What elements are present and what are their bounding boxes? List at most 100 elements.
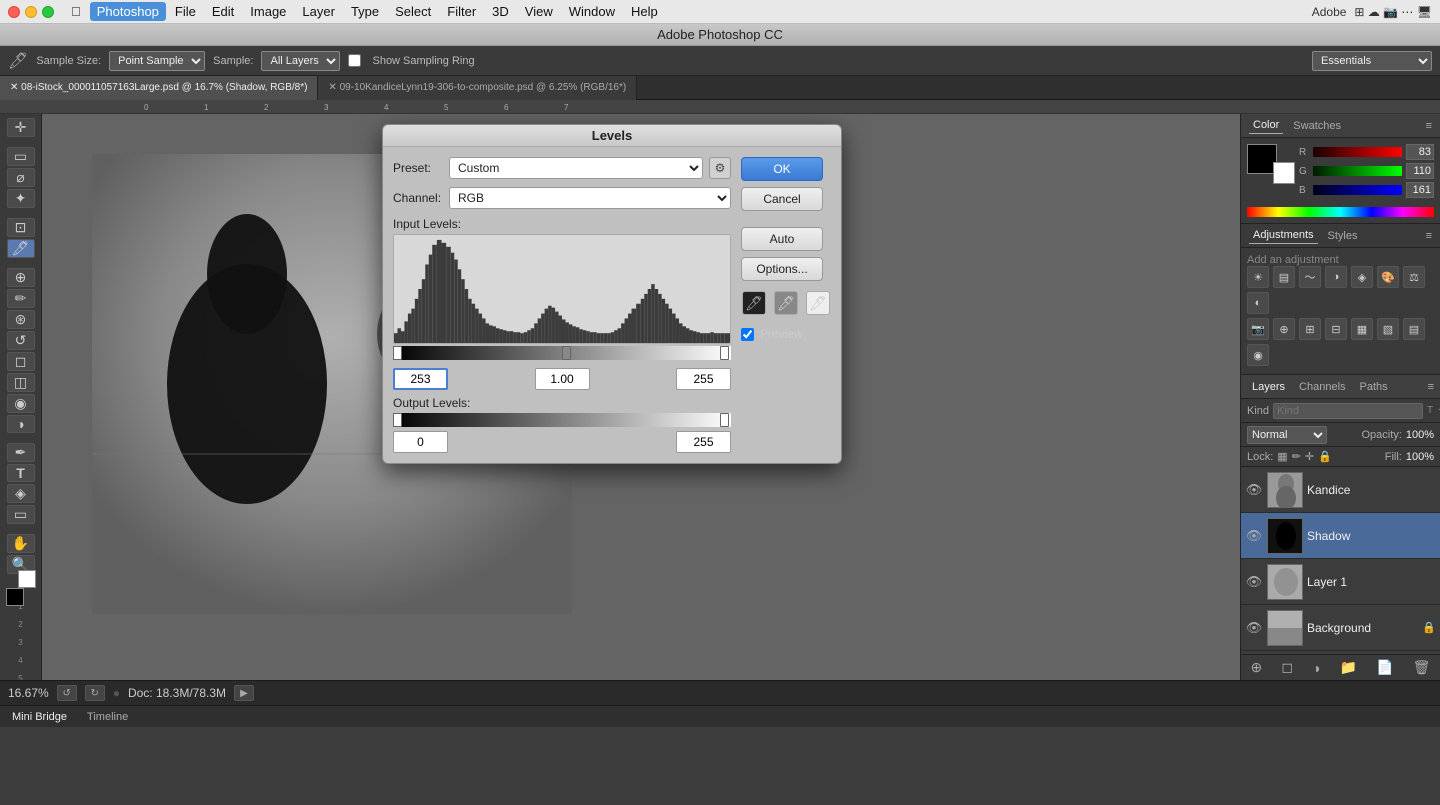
all-layers-select[interactable]: All Layers: [261, 51, 340, 71]
menu-filter[interactable]: Filter: [440, 2, 483, 21]
shape-tool[interactable]: ▭: [7, 505, 35, 524]
tab-paths[interactable]: Paths: [1355, 379, 1393, 395]
menu-image[interactable]: Image: [243, 2, 293, 21]
eyedropper-tool[interactable]: 🖊: [7, 239, 35, 258]
lock-all-icon[interactable]: 🔒: [1318, 450, 1332, 463]
tab-document-2[interactable]: ✕ 09-10KandiceLynn19-306-to-composite.ps…: [318, 76, 637, 100]
tab-channels[interactable]: Channels: [1294, 379, 1350, 395]
background-swatch[interactable]: [1273, 162, 1295, 184]
path-tool[interactable]: ◈: [7, 484, 35, 503]
tab-styles[interactable]: Styles: [1324, 228, 1362, 244]
input-highlight-handle[interactable]: [720, 346, 729, 360]
color-spectrum[interactable]: [1247, 207, 1434, 217]
layer-visibility-toggle[interactable]: 👁: [1245, 619, 1263, 637]
gear-button[interactable]: ⚙: [709, 157, 731, 179]
adj-threshold[interactable]: ▧: [1377, 318, 1399, 340]
gradient-tool[interactable]: ◫: [7, 373, 35, 392]
output-slider-track[interactable]: [393, 413, 731, 427]
type-tool[interactable]: T: [7, 464, 35, 482]
layer-visibility-toggle[interactable]: 👁: [1245, 527, 1263, 545]
auto-button[interactable]: Auto: [741, 227, 823, 251]
options-button[interactable]: Options...: [741, 257, 823, 281]
canvas-area[interactable]: Levels Preset: Custom: [42, 114, 1240, 680]
lock-transparent-icon[interactable]: ▦: [1277, 450, 1287, 463]
menu-view[interactable]: View: [518, 2, 560, 21]
menu-select[interactable]: Select: [388, 2, 438, 21]
clone-tool[interactable]: ⊛: [7, 310, 35, 329]
tab-color[interactable]: Color: [1249, 117, 1283, 134]
adj-vibrance[interactable]: ◈: [1351, 266, 1373, 288]
pen-tool[interactable]: ✒: [7, 443, 35, 462]
adj-hsl[interactable]: 🎨: [1377, 266, 1399, 288]
menu-photoshop[interactable]: Photoshop: [90, 2, 166, 21]
new-layer-btn[interactable]: 📄: [1376, 659, 1393, 676]
lasso-tool[interactable]: ⌀: [7, 168, 35, 187]
output-highlight-handle[interactable]: [720, 413, 729, 427]
b-slider[interactable]: [1313, 185, 1402, 195]
marquee-tool[interactable]: ▭: [7, 147, 35, 166]
hand-tool[interactable]: ✋: [7, 534, 35, 553]
eraser-tool[interactable]: ◻: [7, 352, 35, 371]
filter-icon-1[interactable]: T: [1427, 405, 1433, 416]
adj-brightness[interactable]: ☀: [1247, 266, 1269, 288]
add-mask-btn[interactable]: ◻: [1281, 659, 1293, 676]
input-shadow-handle[interactable]: [393, 346, 402, 360]
layer-item[interactable]: 👁 Background 🔒: [1241, 605, 1440, 651]
sample-size-select[interactable]: Point Sample: [109, 51, 205, 71]
layer-item[interactable]: 👁 Shadow: [1241, 513, 1440, 559]
move-tool[interactable]: ✛: [7, 118, 35, 137]
status-rotate-btn-2[interactable]: ↻: [85, 685, 105, 701]
adj-gradient-map[interactable]: ▤: [1403, 318, 1425, 340]
tab-layers[interactable]: Layers: [1247, 379, 1290, 395]
delete-layer-btn[interactable]: 🗑: [1413, 659, 1431, 676]
adj-invert[interactable]: ⊟: [1325, 318, 1347, 340]
input-highlight-value[interactable]: [676, 368, 731, 390]
g-slider[interactable]: [1313, 166, 1402, 176]
dodge-tool[interactable]: ◑: [7, 415, 35, 433]
menu-edit[interactable]: Edit: [205, 2, 241, 21]
lock-image-icon[interactable]: ✏: [1292, 450, 1301, 463]
tab-adjustments[interactable]: Adjustments: [1249, 227, 1318, 244]
wand-tool[interactable]: ✦: [7, 189, 35, 208]
tab-swatches[interactable]: Swatches: [1289, 118, 1345, 134]
b-value[interactable]: 161: [1406, 182, 1434, 198]
menu-3d[interactable]: 3D: [485, 2, 516, 21]
preview-checkbox[interactable]: [741, 328, 754, 341]
maximize-button[interactable]: [42, 6, 54, 18]
r-value[interactable]: 83: [1406, 144, 1434, 160]
crop-tool[interactable]: ⊡: [7, 218, 35, 237]
adj-mixer[interactable]: ⊕: [1273, 318, 1295, 340]
layers-filter-input[interactable]: [1273, 403, 1423, 419]
layer-visibility-toggle[interactable]: 👁: [1245, 481, 1263, 499]
heal-tool[interactable]: ⊕: [7, 268, 35, 287]
new-group-btn[interactable]: 📁: [1340, 659, 1357, 676]
preset-select[interactable]: Custom: [449, 157, 703, 179]
dialog-titlebar[interactable]: Levels: [383, 125, 841, 147]
brush-tool[interactable]: ✏: [7, 289, 35, 308]
apple-menu[interactable]: : [64, 2, 88, 21]
blur-tool[interactable]: ◉: [7, 394, 35, 413]
input-shadow-value[interactable]: [393, 368, 448, 390]
menu-file[interactable]: File: [168, 2, 203, 21]
menu-window[interactable]: Window: [562, 2, 622, 21]
layers-panel-menu[interactable]: ≡: [1428, 381, 1434, 393]
adj-exposure[interactable]: ◑: [1325, 266, 1347, 288]
layer-item[interactable]: 👁 Kandice: [1241, 467, 1440, 513]
opacity-value[interactable]: 100%: [1406, 429, 1434, 441]
layer-item[interactable]: 👁 Layer 1: [1241, 559, 1440, 605]
new-style-btn[interactable]: ⊕: [1251, 659, 1263, 676]
input-midtone-value[interactable]: [535, 368, 590, 390]
color-panel-menu[interactable]: ≡: [1426, 120, 1432, 132]
status-rotate-btn[interactable]: ↺: [57, 685, 77, 701]
minimize-button[interactable]: [25, 6, 37, 18]
tab-mini-bridge[interactable]: Mini Bridge: [8, 709, 71, 725]
layer-visibility-toggle[interactable]: 👁: [1245, 573, 1263, 591]
lock-position-icon[interactable]: ✛: [1305, 450, 1314, 463]
gray-point-eyedropper[interactable]: 🖊: [774, 291, 798, 315]
r-slider[interactable]: [1313, 147, 1402, 157]
blend-mode-select[interactable]: Normal: [1247, 426, 1327, 444]
essentials-select[interactable]: Essentials: [1312, 51, 1432, 71]
menu-layer[interactable]: Layer: [295, 2, 342, 21]
fill-value[interactable]: 100%: [1406, 451, 1434, 463]
adj-posterize[interactable]: ▦: [1351, 318, 1373, 340]
